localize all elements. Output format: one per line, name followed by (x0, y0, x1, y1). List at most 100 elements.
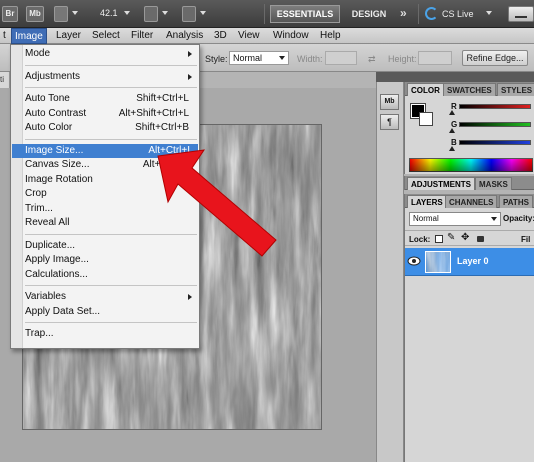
tab-adjustments[interactable]: ADJUSTMENTS (407, 177, 476, 190)
cs-live-caret-icon[interactable] (486, 11, 492, 15)
tab-channels[interactable]: CHANNELS (445, 195, 498, 208)
menu-item-variables[interactable]: Variables (25, 290, 197, 304)
paragraph-panel-icon[interactable]: ¶ (380, 114, 399, 130)
menu-item-label: Auto Color (25, 122, 73, 133)
cs-live-button[interactable]: CS Live (442, 5, 474, 23)
layer-row[interactable]: Layer 0 (405, 248, 534, 276)
menu-separator (25, 285, 197, 286)
menu-item-auto-contrast[interactable]: Auto Contrast Alt+Shift+Ctrl+L (25, 107, 197, 121)
menu-item-label: Duplicate... (25, 239, 76, 251)
blue-slider[interactable] (459, 140, 531, 145)
tab-layers[interactable]: LAYERS (407, 195, 447, 208)
height-field[interactable] (418, 51, 452, 65)
tab-paths[interactable]: PATHS (499, 195, 533, 208)
more-workspaces-icon[interactable]: » (400, 6, 407, 20)
menu-item-label: Trim... (25, 202, 53, 214)
menu-layer[interactable]: Layer (53, 28, 84, 44)
lock-transparency-icon[interactable] (435, 235, 443, 243)
screen-mode-icon[interactable] (182, 6, 196, 22)
mini-bridge-label: Mb (29, 9, 41, 18)
menu-item-auto-tone[interactable]: Auto Tone Shift+Ctrl+L (25, 92, 197, 106)
menu-icon-strip (11, 45, 23, 348)
menu-item-label: Image Rotation (25, 173, 93, 185)
menu-item-mode[interactable]: Mode (25, 47, 197, 61)
menu-window[interactable]: Window (270, 28, 312, 44)
menu-select[interactable]: Select (89, 28, 123, 44)
green-slider-thumb[interactable] (449, 128, 455, 133)
menu-item-label: Variables (25, 291, 66, 302)
menu-file-stub[interactable]: t (0, 28, 9, 44)
arrange-documents-icon[interactable] (144, 6, 158, 22)
view-extras-caret-icon[interactable] (72, 11, 78, 15)
lock-pixels-icon[interactable]: ✎ (447, 232, 455, 243)
mini-bridge-button[interactable]: Mb (26, 6, 44, 22)
layers-panel-tabs: LAYERS CHANNELS PATHS (405, 194, 534, 208)
menu-item-label: Apply Data Set... (25, 305, 101, 317)
menu-item-auto-color[interactable]: Auto Color Shift+Ctrl+B (25, 121, 197, 135)
minimize-button[interactable] (508, 6, 534, 22)
menu-item-label: Apply Image... (25, 254, 89, 265)
essentials-workspace-button[interactable]: ESSENTIALS (270, 5, 340, 23)
style-select[interactable]: Normal (229, 51, 289, 65)
blend-mode-select[interactable]: Normal (409, 212, 501, 226)
zoom-caret-icon[interactable] (124, 11, 130, 15)
lock-position-icon[interactable]: ✥ (461, 232, 469, 243)
blue-slider-thumb[interactable] (449, 146, 455, 151)
tab-masks[interactable]: MASKS (475, 177, 512, 190)
menu-filter[interactable]: Filter (128, 28, 156, 44)
screen-mode-caret-icon[interactable] (200, 11, 206, 15)
tab-styles[interactable]: STYLES (497, 83, 534, 96)
submenu-arrow-icon (188, 51, 192, 57)
red-slider-thumb[interactable] (449, 110, 455, 115)
fill-label: Fil (521, 235, 531, 244)
color-panel-tabs: COLOR SWATCHES STYLES (405, 82, 534, 96)
mini-bridge-panel-icon[interactable]: Mb (380, 94, 399, 110)
menu-item-shortcut: Shift+Ctrl+B (135, 122, 189, 133)
menu-item-label: Mode (25, 48, 51, 59)
style-value: Normal (233, 53, 263, 63)
layer-thumbnail (425, 251, 451, 273)
red-slider[interactable] (459, 104, 531, 109)
menu-item-shortcut: Alt+Shift+Ctrl+L (118, 107, 189, 119)
tab-swatches[interactable]: SWATCHES (443, 83, 496, 96)
bridge-label: Br (5, 9, 15, 18)
panel-dock-header[interactable] (376, 72, 534, 82)
menu-item-label: Calculations... (25, 268, 88, 280)
menu-help[interactable]: Help (317, 28, 344, 44)
photoshop-window: Br Mb 42.1 ESSENTIALS DESIGN » CS Live t… (0, 0, 534, 462)
lock-label: Lock: (409, 235, 431, 244)
design-workspace-button[interactable]: DESIGN (348, 5, 390, 23)
width-field[interactable] (325, 51, 357, 65)
menu-3d[interactable]: 3D (211, 28, 230, 44)
menu-item-calculations[interactable]: Calculations... (25, 268, 197, 282)
menu-separator (25, 322, 197, 323)
document-tab[interactable]: ti (0, 72, 10, 88)
opacity-label: Opacity: (503, 214, 534, 223)
bridge-button[interactable]: Br (2, 6, 18, 22)
swap-icon[interactable]: ⇄ (368, 54, 376, 65)
background-color-swatch[interactable] (419, 112, 433, 126)
collapsed-panel-column (376, 72, 404, 462)
menu-item-apply-data-set[interactable]: Apply Data Set... (25, 305, 197, 319)
submenu-arrow-icon (188, 73, 192, 80)
chevron-down-icon (279, 56, 285, 60)
menu-item-adjustments[interactable]: Adjustments (25, 70, 197, 84)
green-slider[interactable] (459, 122, 531, 127)
layer-name[interactable]: Layer 0 (457, 256, 489, 266)
adjustments-panel-tabs: ADJUSTMENTS MASKS (405, 176, 534, 190)
height-label: Height: (388, 54, 417, 64)
menu-analysis[interactable]: Analysis (163, 28, 206, 44)
refine-edge-button[interactable]: Refine Edge... (462, 50, 528, 66)
arrange-caret-icon[interactable] (162, 11, 168, 15)
lock-all-icon[interactable] (477, 236, 484, 242)
tab-color[interactable]: COLOR (407, 83, 444, 96)
zoom-level[interactable]: 42.1 (100, 8, 118, 18)
menu-view[interactable]: View (235, 28, 263, 44)
menu-item-trap[interactable]: Trap... (25, 327, 197, 341)
menu-item-label: Reveal All (25, 217, 70, 228)
color-panel: COLOR SWATCHES STYLES R G B (404, 82, 534, 174)
view-extras-icon[interactable] (54, 6, 68, 22)
visibility-eye-icon[interactable] (407, 256, 421, 266)
menu-image[interactable]: Image (11, 28, 47, 44)
minimize-icon (515, 16, 527, 18)
